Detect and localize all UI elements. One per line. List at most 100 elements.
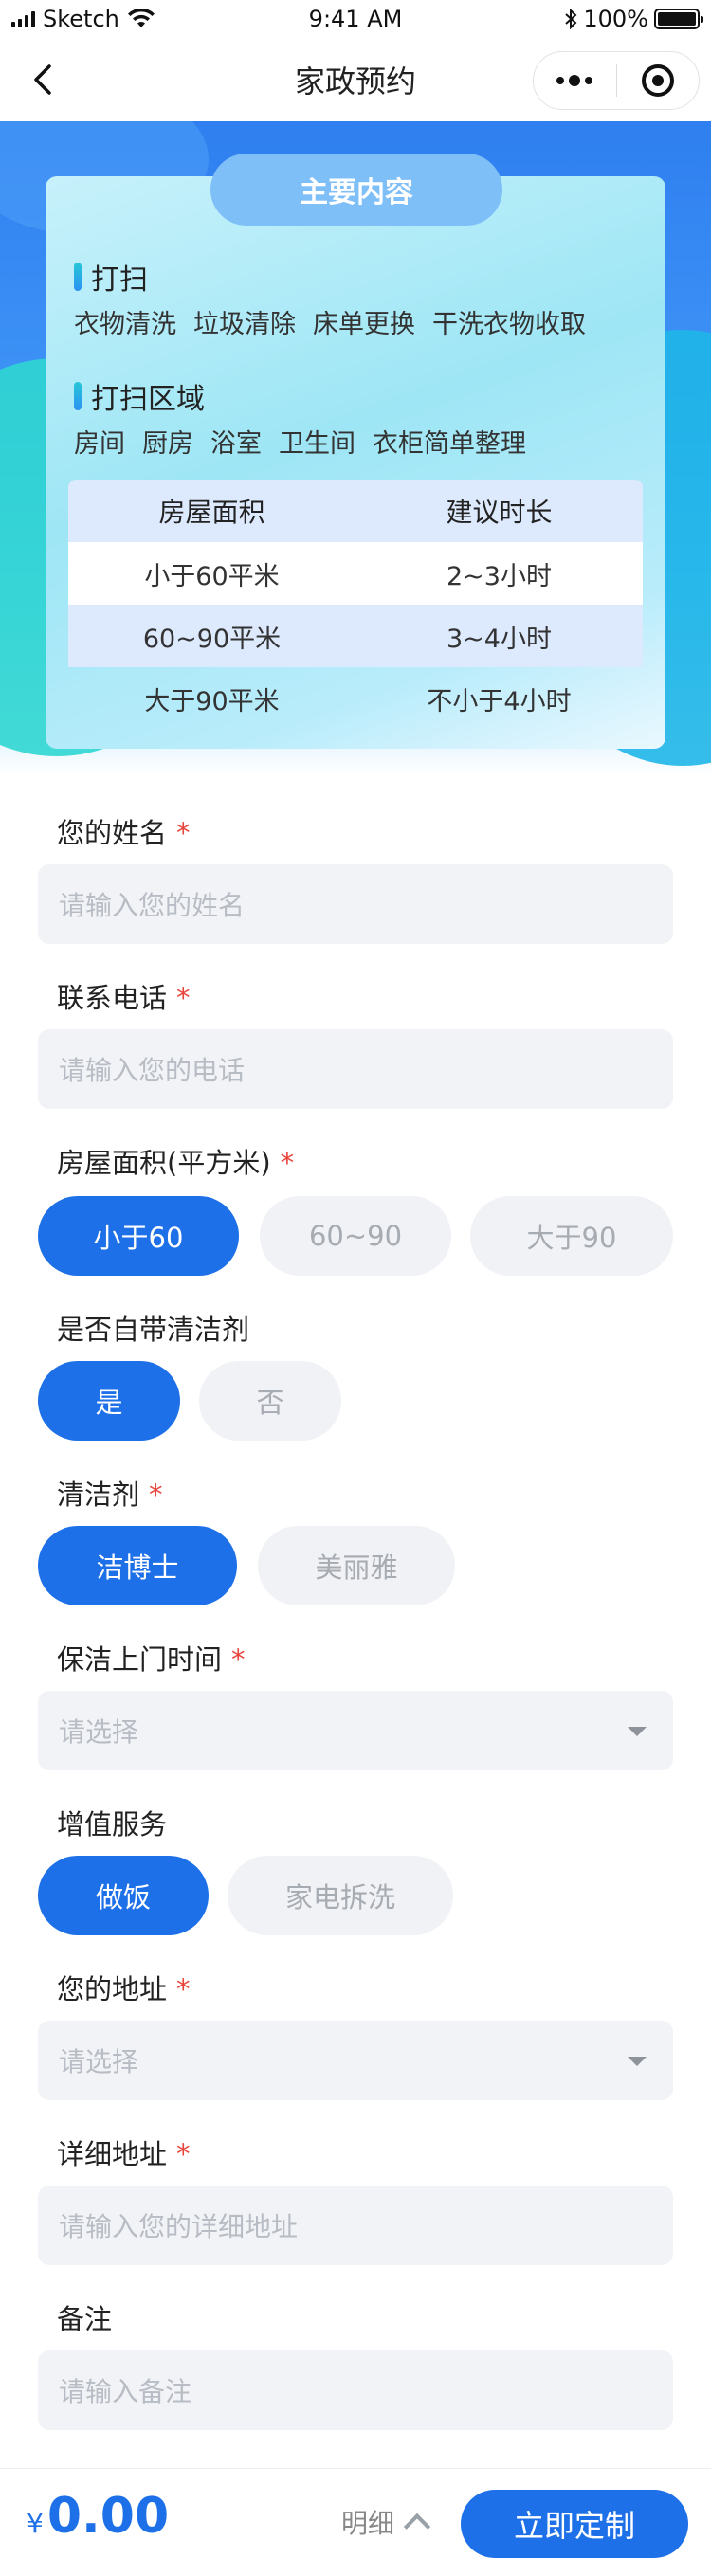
- more-dots-icon: [556, 75, 593, 86]
- chevron-up-icon: [403, 2513, 431, 2541]
- required-mark: *: [280, 1147, 295, 1179]
- target-icon: [641, 64, 674, 97]
- duration-table: 房屋面积 建议时长 小于60平米 2~3小时 60~90平米 3~4小时 大于9…: [68, 480, 643, 730]
- table-header-cell: 房屋面积: [158, 497, 265, 528]
- bottom-bar: ¥ 0.00 明细 立即定制: [0, 2468, 711, 2576]
- signal-icon: [11, 10, 35, 27]
- extra-option-appliance-cleaning[interactable]: 家电拆洗: [228, 1856, 453, 1935]
- status-right: 100%: [564, 6, 703, 32]
- dropdown-arrow-icon: [628, 2057, 647, 2066]
- currency-symbol: ¥: [27, 2508, 44, 2539]
- status-left: Sketch: [11, 6, 155, 32]
- section-title: 打扫: [91, 263, 148, 297]
- section-heading: 打扫: [74, 256, 148, 298]
- table-cell: 2~3小时: [447, 561, 552, 591]
- field-label-text: 您的地址: [57, 1973, 168, 2005]
- field-label-text: 清洁剂: [57, 1478, 140, 1511]
- card-title: 主要内容: [210, 154, 502, 226]
- visit-time-select[interactable]: 请选择: [38, 1691, 673, 1770]
- bluetooth-icon: [565, 9, 577, 29]
- required-mark: *: [176, 1973, 191, 2005]
- cleaner-option-jieboshi[interactable]: 洁博士: [38, 1526, 237, 1605]
- tag-item: 厨房: [142, 429, 193, 459]
- name-placeholder: 请输入您的姓名: [59, 890, 246, 921]
- phone-placeholder: 请输入您的电话: [59, 1055, 246, 1086]
- tag-item: 卫生间: [279, 429, 356, 459]
- tag-item: 浴室: [210, 429, 262, 459]
- required-mark: *: [231, 1643, 246, 1676]
- field-label-text: 联系电话: [57, 982, 168, 1014]
- note-label: 备注: [57, 2297, 112, 2337]
- own-cleaner-label: 是否自带清洁剂: [57, 1308, 249, 1348]
- required-mark: *: [176, 817, 191, 849]
- table-cell: 3~4小时: [447, 624, 552, 654]
- cleaner-label: 清洁剂 *: [57, 1473, 163, 1513]
- visit-time-placeholder: 请选择: [59, 1716, 139, 1748]
- section-marker: [74, 263, 82, 291]
- battery-percent: 100%: [583, 6, 648, 32]
- tag-item: 衣物清洗: [74, 310, 176, 339]
- address-placeholder: 请选择: [59, 2046, 139, 2077]
- note-input[interactable]: 请输入备注: [38, 2350, 673, 2430]
- required-mark: *: [176, 982, 191, 1014]
- table-cell: 大于90平米: [144, 686, 280, 717]
- cleaning-areas: 房间 厨房 浴室 卫生间 衣柜简单整理: [74, 423, 526, 460]
- close-miniprogram-button[interactable]: [617, 52, 700, 109]
- status-bar: Sketch 9:41 AM 100%: [0, 0, 711, 38]
- phone-label: 联系电话 *: [57, 976, 191, 1016]
- detail-address-input[interactable]: 请输入您的详细地址: [38, 2186, 673, 2265]
- main-content-card: 主要内容 打扫 衣物清洗 垃圾清除 床单更换 干洗衣物收取 打扫区域 房间 厨房…: [46, 154, 665, 749]
- area-option-over90[interactable]: 大于90: [470, 1196, 673, 1276]
- nav-bar: 家政预约: [0, 38, 711, 121]
- table-cell: 不小于4小时: [427, 686, 572, 717]
- address-select[interactable]: 请选择: [38, 2021, 673, 2100]
- tag-item: 床单更换: [313, 310, 415, 339]
- area-option-60-90[interactable]: 60~90: [260, 1196, 451, 1276]
- price-value: 0.00: [46, 2488, 170, 2545]
- name-label: 您的姓名 *: [57, 811, 191, 851]
- submit-button[interactable]: 立即定制: [461, 2490, 688, 2558]
- own-cleaner-yes[interactable]: 是: [38, 1361, 180, 1441]
- miniprogram-capsule: [533, 51, 700, 110]
- address-label: 您的地址 *: [57, 1968, 191, 2007]
- field-label-text: 增值服务: [57, 1808, 168, 1841]
- table-header: 房屋面积 建议时长: [68, 480, 643, 542]
- field-label-text: 备注: [57, 2303, 113, 2335]
- tag-item: 衣柜简单整理: [373, 429, 526, 459]
- table-row: 小于60平米 2~3小时: [68, 542, 643, 605]
- extra-option-cooking[interactable]: 做饭: [38, 1856, 209, 1935]
- battery-icon: [654, 9, 703, 29]
- own-cleaner-no[interactable]: 否: [199, 1361, 341, 1441]
- section-marker: [74, 382, 82, 410]
- field-label-text: 房屋面积(平方米): [57, 1147, 271, 1179]
- field-label-text: 保洁上门时间: [57, 1643, 223, 1676]
- hero-banner: 主要内容 打扫 衣物清洗 垃圾清除 床单更换 干洗衣物收取 打扫区域 房间 厨房…: [0, 121, 711, 775]
- field-label-text: 您的姓名: [57, 817, 168, 849]
- more-button[interactable]: [534, 52, 616, 109]
- extra-service-label: 增值服务: [57, 1803, 167, 1842]
- price-detail-toggle[interactable]: 明细: [341, 2503, 431, 2541]
- carrier-label: Sketch: [43, 6, 119, 32]
- tag-item: 垃圾清除: [193, 310, 296, 339]
- visit-time-label: 保洁上门时间 *: [57, 1638, 246, 1678]
- wifi-icon: [127, 9, 155, 27]
- area-option-under60[interactable]: 小于60: [38, 1196, 239, 1276]
- tag-item: 干洗衣物收取: [432, 310, 586, 339]
- table-cell: 60~90平米: [142, 624, 282, 654]
- cleaning-items: 衣物清洗 垃圾清除 床单更换 干洗衣物收取: [74, 303, 586, 340]
- required-mark: *: [149, 1478, 163, 1511]
- detail-address-placeholder: 请输入您的详细地址: [59, 2211, 299, 2242]
- field-label-text: 详细地址: [57, 2138, 168, 2170]
- total-price: ¥ 0.00: [27, 2488, 169, 2545]
- back-chevron-icon[interactable]: [27, 61, 64, 99]
- phone-input[interactable]: 请输入您的电话: [38, 1029, 673, 1109]
- cleaner-option-meiliya[interactable]: 美丽雅: [258, 1526, 455, 1605]
- tag-item: 房间: [74, 429, 125, 459]
- name-input[interactable]: 请输入您的姓名: [38, 864, 673, 944]
- detail-address-label: 详细地址 *: [57, 2132, 191, 2172]
- note-placeholder: 请输入备注: [59, 2376, 192, 2407]
- page-title: 家政预约: [294, 63, 416, 100]
- table-header-cell: 建议时长: [446, 497, 553, 528]
- table-cell: 小于60平米: [144, 561, 280, 591]
- required-mark: *: [176, 2138, 191, 2170]
